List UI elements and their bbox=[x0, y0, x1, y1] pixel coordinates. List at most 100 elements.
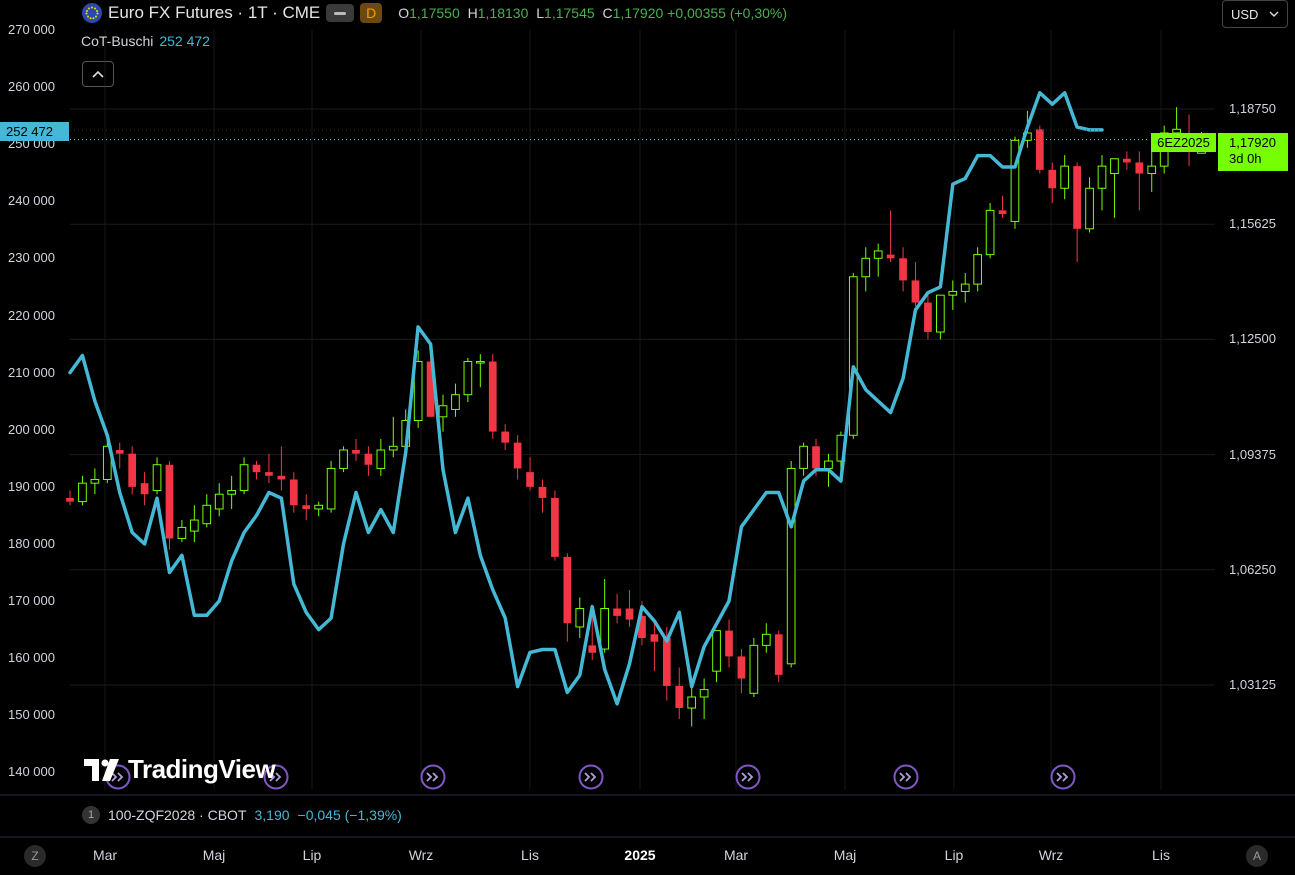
event-marker-arrow bbox=[899, 772, 912, 782]
left-axis-tick: 200 000 bbox=[8, 421, 55, 437]
price-chart[interactable] bbox=[0, 0, 1295, 875]
chevron-up-icon bbox=[92, 70, 104, 78]
contract-badge: 6EZ2025 bbox=[1151, 133, 1216, 152]
indicator-value: 252 472 bbox=[159, 33, 210, 49]
candle-body bbox=[352, 449, 360, 454]
event-marker-icon[interactable] bbox=[578, 764, 604, 790]
candle-body bbox=[1123, 158, 1131, 163]
symbol-title[interactable]: Euro FX Futures · 1T · CME bbox=[108, 3, 320, 23]
watermark-text: TradingView bbox=[128, 754, 276, 784]
event-marker-ring bbox=[735, 764, 761, 790]
candle-body bbox=[985, 209, 995, 256]
candle-body bbox=[1073, 166, 1081, 229]
candle-body bbox=[326, 467, 336, 510]
auto-scale-button[interactable]: A bbox=[1246, 845, 1268, 867]
candle-body bbox=[501, 431, 510, 443]
event-marker-arrow bbox=[584, 772, 597, 782]
left-axis-tick: 170 000 bbox=[8, 593, 55, 608]
candle-body bbox=[90, 478, 100, 484]
time-axis-tick: Mar bbox=[92, 847, 118, 863]
candle-body bbox=[960, 283, 970, 292]
last-price: 1,17920 bbox=[1229, 135, 1276, 150]
candle-body bbox=[475, 361, 485, 364]
candle-body bbox=[749, 644, 759, 694]
candle-body bbox=[725, 630, 733, 657]
last-price-badge: 1,17920 3d 0h bbox=[1218, 133, 1288, 171]
right-axis-tick: 1,03125 bbox=[1229, 677, 1276, 692]
candle-body bbox=[873, 250, 883, 259]
candle-body bbox=[128, 453, 137, 487]
candle-body bbox=[786, 467, 796, 665]
event-marker-icon[interactable] bbox=[893, 764, 919, 790]
event-marker-icon[interactable] bbox=[420, 764, 446, 790]
currency-select[interactable]: USD bbox=[1222, 0, 1288, 28]
candle-body bbox=[388, 445, 398, 451]
secondary-symbol: 100-ZQF2028 · CBOT bbox=[108, 807, 247, 823]
event-marker-ring bbox=[893, 764, 919, 790]
left-axis-tick: 150 000 bbox=[8, 707, 55, 723]
event-marker-arrow bbox=[741, 772, 754, 782]
candle-body bbox=[687, 696, 697, 709]
ohlc-readout: O1,17550 H1,18130 L1,17545 C1,17920 +0,0… bbox=[394, 5, 787, 21]
candle-body bbox=[314, 504, 324, 510]
collapse-legend-button[interactable] bbox=[82, 61, 114, 87]
time-axis-tick: Wrz bbox=[1038, 847, 1064, 863]
chevron-down-icon bbox=[1269, 11, 1279, 17]
candle-body bbox=[78, 482, 87, 503]
indicator-name: CoT-Buschi bbox=[81, 33, 154, 49]
open-label: O bbox=[398, 5, 410, 21]
candle-body bbox=[1135, 162, 1144, 174]
candle-body bbox=[202, 504, 212, 525]
event-marker-icon[interactable] bbox=[1050, 764, 1076, 790]
left-axis-tick: 260 000 bbox=[8, 79, 55, 95]
open-value: 1,17550 bbox=[409, 5, 460, 21]
low-label: L bbox=[536, 5, 545, 21]
left-axis-tick: 220 000 bbox=[8, 307, 55, 323]
right-axis-tick: 1,06250 bbox=[1229, 561, 1276, 577]
bar-countdown: 3d 0h bbox=[1229, 151, 1262, 166]
candle-body bbox=[625, 608, 634, 620]
candle-body bbox=[265, 472, 273, 476]
timezone-button[interactable]: Z bbox=[24, 845, 46, 867]
candle-body bbox=[848, 276, 858, 436]
candle-body bbox=[575, 608, 585, 628]
right-axis-tick: 1,09375 bbox=[1229, 446, 1276, 462]
candle-body bbox=[737, 656, 746, 679]
event-marker-icon[interactable] bbox=[735, 764, 761, 790]
visibility-toggle[interactable] bbox=[326, 4, 355, 22]
change-value: +0,00355 (+0,30%) bbox=[667, 5, 788, 21]
secondary-symbol-legend[interactable]: 1 100-ZQF2028 · CBOT 3,190 −0,045 (−1,39… bbox=[82, 806, 402, 824]
left-axis-tick: 160 000 bbox=[8, 650, 55, 666]
tradingview-logo[interactable]: TradingView bbox=[84, 754, 276, 785]
right-axis-tick: 1,18750 bbox=[1229, 101, 1276, 116]
candle-body bbox=[861, 257, 871, 278]
candle-body bbox=[1048, 169, 1057, 189]
candle-body bbox=[1110, 158, 1119, 175]
candle-body bbox=[463, 361, 473, 396]
secondary-value: 3,190 bbox=[254, 807, 290, 823]
indicator-price-badge: 252 472 bbox=[0, 122, 69, 141]
candle-body bbox=[115, 449, 124, 454]
candle-body bbox=[189, 519, 199, 532]
indicator-legend[interactable]: CoT-Buschi 252 472 bbox=[81, 33, 210, 49]
delayed-data-badge[interactable]: D bbox=[360, 3, 383, 23]
eu-flag-icon bbox=[82, 3, 102, 23]
candle-body bbox=[774, 634, 783, 675]
time-axis-tick: Maj bbox=[833, 847, 857, 863]
candle-body bbox=[761, 633, 771, 646]
tradingview-logo-icon bbox=[84, 758, 119, 781]
right-axis-tick: 1,15625 bbox=[1229, 216, 1276, 232]
candle-body bbox=[799, 445, 808, 469]
high-value: 1,18130 bbox=[477, 5, 529, 21]
candle-body bbox=[675, 685, 684, 709]
candle-body bbox=[165, 464, 174, 539]
left-axis-tick: 190 000 bbox=[8, 478, 55, 494]
candle-body bbox=[538, 486, 547, 498]
candle-body bbox=[227, 490, 236, 495]
close-label: C bbox=[602, 5, 613, 21]
candle-body bbox=[376, 449, 386, 469]
cot-buschi-line bbox=[68, 91, 1104, 706]
candle-body bbox=[886, 254, 895, 259]
candle-body bbox=[699, 689, 709, 698]
candle-body bbox=[812, 446, 820, 469]
